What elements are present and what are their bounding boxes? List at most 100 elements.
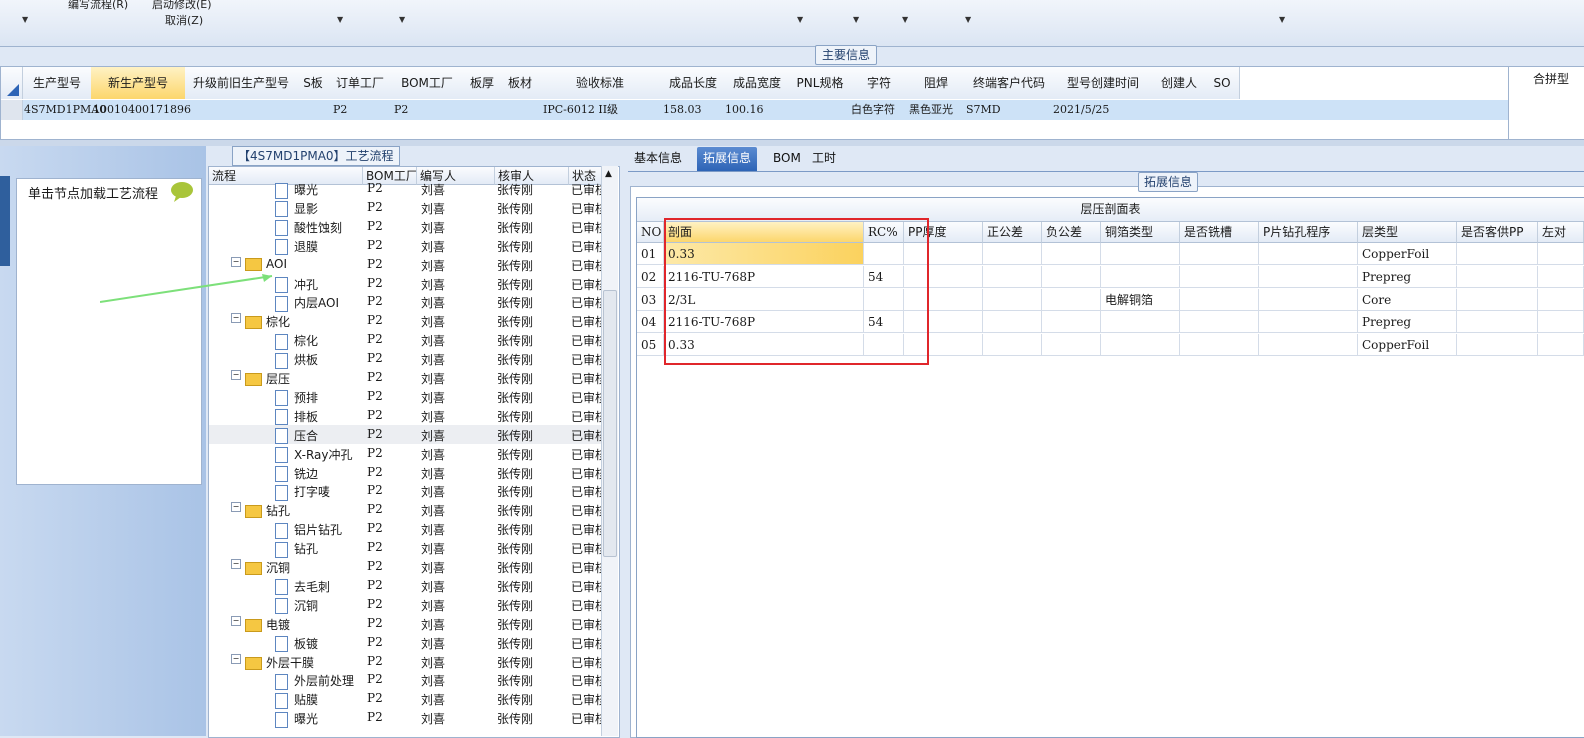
tree-row[interactable]: 曝光 P2 刘喜 张传刚 已审核: [209, 179, 605, 199]
tree-row[interactable]: 预排 P2 刘喜 张传刚 已审核: [209, 387, 605, 407]
tree-node[interactable]: AOI: [245, 257, 375, 271]
tree-node[interactable]: 烘板: [275, 351, 375, 369]
cell-solder-mask[interactable]: 黑色亚光: [909, 100, 953, 120]
collapse-icon[interactable]: −: [231, 313, 241, 324]
lamination-cell[interactable]: [1538, 311, 1584, 334]
main-col-header[interactable]: PNL规格: [789, 67, 852, 99]
tree-row[interactable]: 显影 P2 刘喜 张传刚 已审核: [209, 198, 605, 218]
lamination-cell-copper[interactable]: [1101, 311, 1180, 334]
lamination-col-header[interactable]: 正公差: [983, 222, 1042, 243]
tree-row[interactable]: 曝光 P2 刘喜 张传刚 已审核: [209, 708, 605, 728]
lamination-cell-no[interactable]: 01: [637, 243, 664, 265]
tree-node[interactable]: 棕化: [275, 332, 375, 350]
chevron-down-icon[interactable]: ▼: [399, 15, 405, 24]
tree-node[interactable]: 铝片钻孔: [275, 521, 375, 539]
lamination-cell[interactable]: [1457, 288, 1538, 311]
cell-character[interactable]: 白色字符: [851, 100, 895, 120]
tree-row[interactable]: 钻孔 P2 刘喜 张传刚 已审核: [209, 538, 605, 558]
tree-node[interactable]: X-Ray冲孔: [275, 446, 375, 464]
lamination-cell[interactable]: [983, 311, 1042, 334]
scroll-up-icon[interactable]: ▲: [605, 169, 612, 179]
cell-acceptance[interactable]: IPC-6012 II级: [543, 100, 618, 120]
lamination-cell-copper[interactable]: [1101, 265, 1180, 288]
lamination-cell-layer-type[interactable]: Core: [1358, 288, 1457, 311]
lamination-cell[interactable]: [1259, 334, 1358, 357]
main-col-header[interactable]: 型号创建时间: [1053, 67, 1154, 99]
tree-node[interactable]: 显影: [275, 200, 375, 218]
tree-row[interactable]: 棕化 P2 刘喜 张传刚 已审核: [209, 330, 605, 350]
chevron-down-icon[interactable]: ▼: [22, 15, 28, 24]
lamination-cell[interactable]: [983, 243, 1042, 265]
tree-node[interactable]: 预排: [275, 389, 375, 407]
tab-bom[interactable]: BOM: [767, 147, 807, 171]
tree-node[interactable]: 外层前处理: [275, 672, 375, 690]
lamination-cell[interactable]: [1042, 288, 1101, 311]
lamination-cell[interactable]: [1457, 311, 1538, 334]
collapse-icon[interactable]: −: [231, 370, 241, 380]
tree-scroll-thumb[interactable]: [603, 290, 617, 557]
lamination-cell-no[interactable]: 04: [637, 311, 664, 334]
tree-node[interactable]: 沉铜: [245, 559, 375, 576]
lamination-cell[interactable]: [1259, 243, 1358, 265]
tree-node[interactable]: 板镀: [275, 635, 375, 653]
tree-node[interactable]: 压合: [275, 427, 375, 445]
main-col-header[interactable]: 成品宽度: [725, 67, 790, 99]
tree-node[interactable]: 钻孔: [275, 540, 375, 558]
chevron-down-icon[interactable]: ▼: [902, 15, 908, 24]
chevron-down-icon[interactable]: ▼: [965, 15, 971, 24]
edit-flow-button[interactable]: 编写流程(R): [68, 0, 128, 12]
chat-bubble-icon[interactable]: [170, 181, 194, 206]
tree-node[interactable]: 内层AOI: [275, 294, 375, 312]
tree-row[interactable]: − 钻孔 P2 刘喜 张传刚 已审核: [209, 500, 605, 519]
lamination-cell[interactable]: [1538, 265, 1584, 288]
collapse-icon[interactable]: −: [231, 559, 241, 569]
tree-row[interactable]: 铣边 P2 刘喜 张传刚 已审核: [209, 463, 605, 482]
main-col-header[interactable]: SO: [1205, 67, 1240, 99]
lamination-col-header[interactable]: 层类型: [1358, 222, 1457, 243]
tree-node[interactable]: 电镀: [245, 616, 375, 633]
tree-node[interactable]: 棕化: [245, 313, 375, 330]
tree-node[interactable]: 打字唛: [275, 483, 375, 501]
lamination-cell-copper[interactable]: 电解铜箔: [1101, 288, 1180, 311]
tree-row[interactable]: 退膜 P2 刘喜 张传刚 已审核: [209, 236, 605, 256]
tree-node[interactable]: 外层干膜: [245, 654, 375, 671]
lamination-cell[interactable]: [1538, 243, 1584, 265]
tree-row[interactable]: 外层前处理 P2 刘喜 张传刚 已审核: [209, 670, 605, 690]
main-col-header[interactable]: 阻焊: [907, 67, 966, 99]
start-edit-button[interactable]: 启动修改(E): [152, 0, 212, 12]
chevron-down-icon[interactable]: ▼: [1279, 15, 1285, 24]
cell-length[interactable]: 158.03: [663, 100, 702, 120]
tree-row[interactable]: − 沉铜 P2 刘喜 张传刚 已审核: [209, 557, 605, 576]
tree-row[interactable]: 排板 P2 刘喜 张传刚 已审核: [209, 406, 605, 426]
lamination-cell[interactable]: [1180, 243, 1259, 265]
lamination-cell[interactable]: [1042, 265, 1101, 288]
lamination-cell[interactable]: [1457, 265, 1538, 288]
main-col-header[interactable]: 成品长度: [661, 67, 726, 99]
main-col-header[interactable]: 验收标准: [539, 67, 662, 99]
chevron-down-icon[interactable]: ▼: [797, 15, 803, 24]
main-col-header[interactable]: 新生产型号: [91, 67, 186, 99]
collapse-icon[interactable]: −: [231, 653, 241, 664]
tree-node[interactable]: 去毛刺: [275, 578, 375, 596]
lamination-cell-no[interactable]: 05: [637, 334, 664, 357]
cancel-button[interactable]: 取消(Z): [165, 12, 203, 28]
cell-bom-factory[interactable]: P2: [394, 100, 408, 120]
collapse-icon[interactable]: −: [231, 502, 241, 513]
lamination-cell[interactable]: [1538, 288, 1584, 311]
main-col-header[interactable]: 生产型号: [23, 67, 92, 99]
tree-node[interactable]: 酸性蚀刻: [275, 219, 375, 237]
lamination-cell-copper[interactable]: [1101, 243, 1180, 265]
main-col-header[interactable]: BOM工厂: [391, 67, 464, 99]
lamination-cell-layer-type[interactable]: CopperFoil: [1358, 334, 1457, 357]
lamination-cell[interactable]: [1042, 243, 1101, 265]
lamination-cell-no[interactable]: 03: [637, 288, 664, 311]
lamination-cell-copper[interactable]: [1101, 334, 1180, 357]
lamination-cell[interactable]: [983, 288, 1042, 311]
lamination-cell[interactable]: [1457, 334, 1538, 357]
cell-customer-code[interactable]: S7MD: [966, 100, 1001, 120]
tree-node[interactable]: 沉铜: [275, 597, 375, 615]
tree-node[interactable]: 贴膜: [275, 691, 375, 709]
lamination-cell[interactable]: [983, 265, 1042, 288]
main-col-header[interactable]: 创建人: [1153, 67, 1206, 99]
cell-order-factory[interactable]: P2: [333, 100, 347, 120]
